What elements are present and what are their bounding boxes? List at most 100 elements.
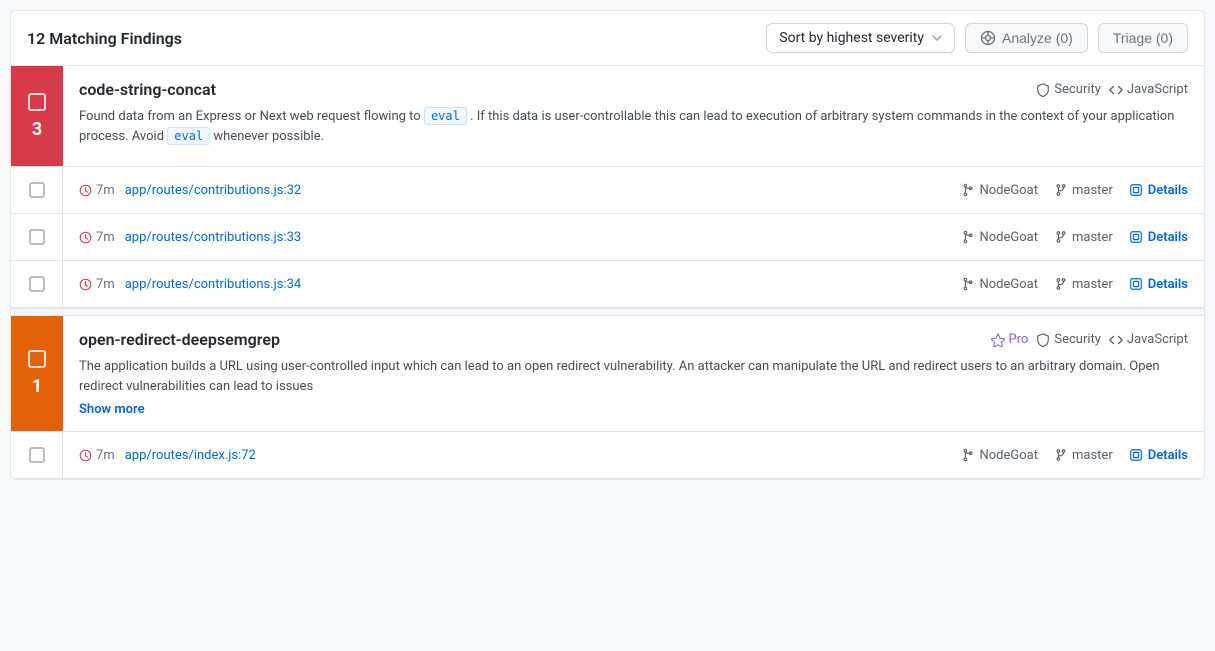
sort-select[interactable]: Sort by highest severity xyxy=(766,23,955,53)
result-repo-1-3: NodeGoat xyxy=(961,277,1038,292)
result-file-1-1[interactable]: app/routes/contributions.js:32 xyxy=(125,183,302,198)
result-time-1-3: 7m xyxy=(79,277,115,292)
result-row-1-2: 7m app/routes/contributions.js:33 Nod xyxy=(11,213,1204,260)
show-more-button-2[interactable]: Show more xyxy=(79,402,145,417)
branch-name-1-3: master xyxy=(1072,277,1113,292)
details-link-1-1[interactable]: Details xyxy=(1129,183,1188,198)
finding-checkbox-1[interactable] xyxy=(28,93,46,111)
result-file-2-1[interactable]: app/routes/index.js:72 xyxy=(125,448,256,463)
group-divider xyxy=(11,308,1204,316)
shield-icon-1 xyxy=(1036,83,1050,97)
result-right-1-2: NodeGoat master xyxy=(961,230,1188,245)
branch-icon-1-3 xyxy=(1054,277,1068,291)
result-checkbox-2-1[interactable] xyxy=(29,447,45,463)
result-checkbox-1-1[interactable] xyxy=(29,182,45,198)
severity-number-2: 1 xyxy=(32,376,42,397)
finding-group-1: 3 code-string-concat Security xyxy=(11,66,1204,308)
findings-header: 12 Matching Findings Sort by highest sev… xyxy=(11,11,1204,66)
result-file-1-3[interactable]: app/routes/contributions.js:34 xyxy=(125,277,302,292)
details-icon-1-3 xyxy=(1129,277,1143,291)
result-content-1-1: 7m app/routes/contributions.js:32 Nod xyxy=(63,173,1204,208)
result-time-2-1: 7m xyxy=(79,448,115,463)
chevron-down-icon xyxy=(932,35,942,41)
result-time-1-2: 7m xyxy=(79,230,115,245)
result-checkbox-col-2-1 xyxy=(11,432,63,478)
severity-badge-1: 3 xyxy=(11,66,63,166)
result-left-1-3: 7m app/routes/contributions.js:34 xyxy=(79,277,301,292)
branch-icon-1-1 xyxy=(1054,183,1068,197)
analyze-button[interactable]: Analyze (0) xyxy=(965,23,1088,53)
details-label-2-1: Details xyxy=(1148,448,1188,463)
finding-content-1: code-string-concat Security xyxy=(63,66,1204,166)
analyze-label: Analyze (0) xyxy=(1002,30,1073,46)
result-repo-1-2: NodeGoat xyxy=(961,230,1038,245)
details-icon-2-1 xyxy=(1129,448,1143,462)
pro-label-2: Pro xyxy=(1008,332,1028,347)
result-right-1-3: NodeGoat master xyxy=(961,277,1188,292)
result-checkbox-1-3[interactable] xyxy=(29,276,45,292)
page-title: 12 Matching Findings xyxy=(27,29,182,48)
result-checkbox-col-1-2 xyxy=(11,214,63,260)
result-left-2-1: 7m app/routes/index.js:72 xyxy=(79,448,256,463)
repo-icon-2-1 xyxy=(961,448,975,462)
repo-name-1-3: NodeGoat xyxy=(979,277,1038,292)
triage-label: Triage (0) xyxy=(1113,30,1173,46)
finding-checkbox-2[interactable] xyxy=(28,350,46,368)
tag-security-1: Security xyxy=(1036,82,1101,97)
header-controls: Sort by highest severity Analyze (0) Tri… xyxy=(766,23,1188,53)
result-left-1-2: 7m app/routes/contributions.js:33 xyxy=(79,230,301,245)
repo-icon-1-1 xyxy=(961,183,975,197)
time-label-1-1: 7m xyxy=(96,183,115,198)
finding-name-1: code-string-concat xyxy=(79,80,216,99)
result-checkbox-col-1-3 xyxy=(11,261,63,307)
result-branch-1-1: master xyxy=(1054,183,1113,198)
details-link-1-3[interactable]: Details xyxy=(1129,277,1188,292)
clock-icon-2-1 xyxy=(79,449,92,462)
repo-name-1-2: NodeGoat xyxy=(979,230,1038,245)
language-tag-label-1: JavaScript xyxy=(1127,82,1188,97)
tag-language-2: JavaScript xyxy=(1109,332,1188,347)
clock-icon-1-2 xyxy=(79,231,92,244)
details-link-1-2[interactable]: Details xyxy=(1129,230,1188,245)
pro-icon-2 xyxy=(991,333,1005,347)
result-checkbox-1-2[interactable] xyxy=(29,229,45,245)
details-icon-1-1 xyxy=(1129,183,1143,197)
shield-icon-2 xyxy=(1036,333,1050,347)
repo-icon-1-3 xyxy=(961,277,975,291)
details-icon-1-2 xyxy=(1129,230,1143,244)
triage-button[interactable]: Triage (0) xyxy=(1098,23,1188,53)
result-file-1-2[interactable]: app/routes/contributions.js:33 xyxy=(125,230,302,245)
code-icon-1 xyxy=(1109,83,1123,97)
finding-tags-2: Pro Security xyxy=(991,332,1188,347)
finding-desc-1: Found data from an Express or Next web r… xyxy=(79,107,1188,146)
details-link-2-1[interactable]: Details xyxy=(1129,448,1188,463)
branch-name-1-1: master xyxy=(1072,183,1113,198)
branch-name-2-1: master xyxy=(1072,448,1113,463)
repo-icon-1-2 xyxy=(961,230,975,244)
analyze-icon xyxy=(980,30,996,46)
finding-header-1: 3 code-string-concat Security xyxy=(11,66,1204,166)
result-row-1-1: 7m app/routes/contributions.js:32 Nod xyxy=(11,166,1204,213)
clock-icon-1-3 xyxy=(79,278,92,291)
time-label-1-3: 7m xyxy=(96,277,115,292)
finding-title-row-1: code-string-concat Security xyxy=(79,80,1188,99)
branch-icon-1-2 xyxy=(1054,230,1068,244)
finding-content-2: open-redirect-deepsemgrep Pro xyxy=(63,316,1204,431)
code-inline-eval-2: eval xyxy=(167,127,210,145)
main-container: 12 Matching Findings Sort by highest sev… xyxy=(10,10,1205,480)
severity-badge-2: 1 xyxy=(11,316,63,431)
finding-title-row-2: open-redirect-deepsemgrep Pro xyxy=(79,330,1188,349)
result-right-1-1: NodeGoat master xyxy=(961,183,1188,198)
time-label-2-1: 7m xyxy=(96,448,115,463)
result-left-1-1: 7m app/routes/contributions.js:32 xyxy=(79,183,301,198)
finding-group-2: 1 open-redirect-deepsemgrep Pro xyxy=(11,316,1204,479)
result-content-2-1: 7m app/routes/index.js:72 NodeGoat xyxy=(63,438,1204,473)
tag-language-1: JavaScript xyxy=(1109,82,1188,97)
finding-desc-text-2: The application builds a URL using user-… xyxy=(79,359,1160,394)
sort-label: Sort by highest severity xyxy=(779,30,924,46)
finding-name-2: open-redirect-deepsemgrep xyxy=(79,330,280,349)
result-repo-2-1: NodeGoat xyxy=(961,448,1038,463)
result-checkbox-col-1-1 xyxy=(11,167,63,213)
repo-name-1-1: NodeGoat xyxy=(979,183,1038,198)
security-tag-label-2: Security xyxy=(1054,332,1101,347)
